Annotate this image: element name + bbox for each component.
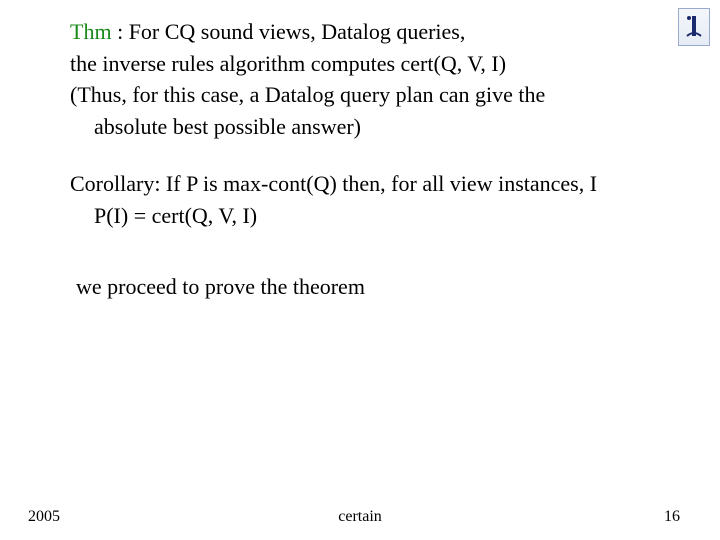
theorem-line-4: absolute best possible answer) xyxy=(70,113,680,141)
proceed-block: we proceed to prove the theorem xyxy=(70,273,680,301)
theorem-line-2: the inverse rules algorithm computes cer… xyxy=(70,50,680,78)
institution-logo xyxy=(678,8,710,46)
slide: Thm : For CQ sound views, Datalog querie… xyxy=(0,0,720,540)
theorem-line-1-rest: For CQ sound views, Datalog queries, xyxy=(129,19,466,44)
corollary-block: Corollary: If P is max-cont(Q) then, for… xyxy=(70,170,680,229)
theorem-line-3: (Thus, for this case, a Datalog query pl… xyxy=(70,81,680,109)
corollary-line-1: Corollary: If P is max-cont(Q) then, for… xyxy=(70,170,680,198)
logo-glyph-icon xyxy=(685,14,703,40)
theorem-lead: Thm xyxy=(70,19,112,44)
theorem-lead-sep: : xyxy=(112,19,129,44)
footer-page-number: 16 xyxy=(664,508,680,526)
corollary-line-2: P(I) = cert(Q, V, I) xyxy=(70,202,680,230)
footer-title: certain xyxy=(0,508,720,526)
slide-body: Thm : For CQ sound views, Datalog querie… xyxy=(70,18,680,305)
theorem-line-1: Thm : For CQ sound views, Datalog querie… xyxy=(70,18,680,46)
proceed-text: we proceed to prove the theorem xyxy=(76,273,680,301)
